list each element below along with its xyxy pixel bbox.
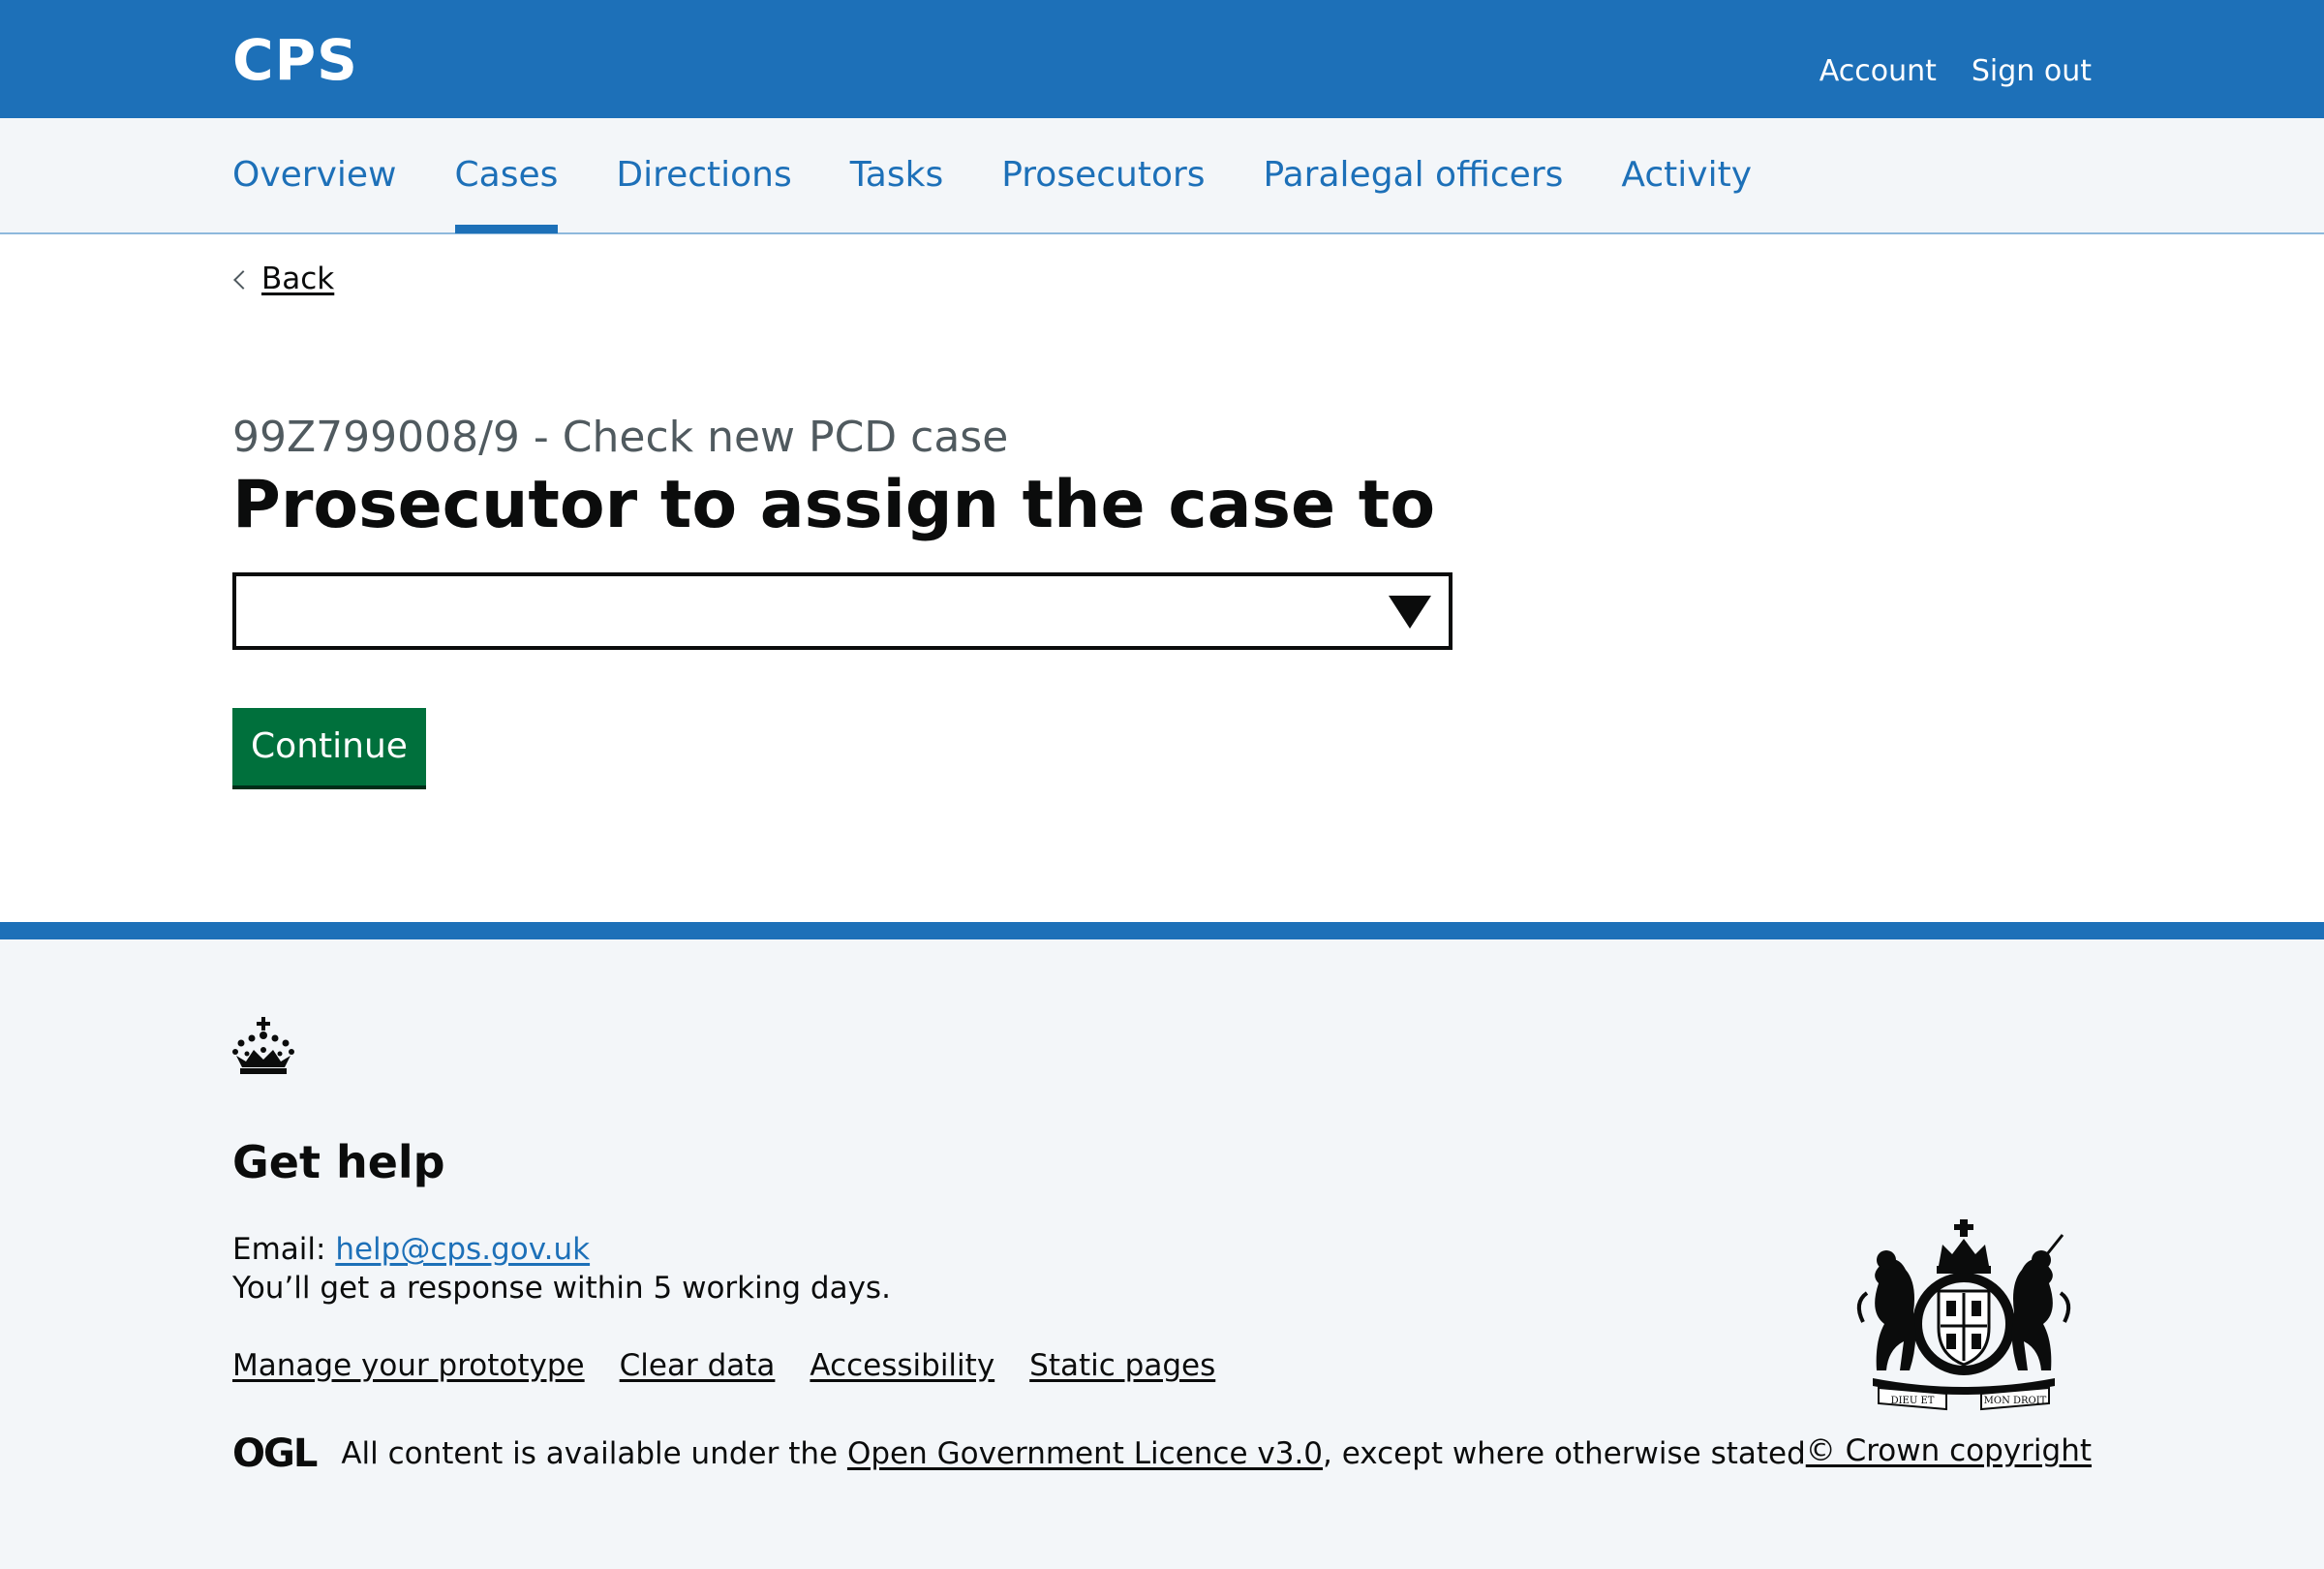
email-line: Email: help@cps.gov.uk [232,1230,590,1269]
header-navigation: Account Sign out [1819,50,2092,93]
clear-data-link[interactable]: Clear data [620,1346,776,1385]
dropdown-arrow-icon [1389,596,1431,629]
page-title: Prosecutor to assign the case to [232,467,1436,543]
ogl-logo-icon: OGL [232,1431,318,1476]
accessibility-link[interactable]: Accessibility [810,1346,994,1385]
nav-item-paralegal-officers: Paralegal officers [1264,118,1564,232]
help-email-link[interactable]: help@cps.gov.uk [335,1232,590,1267]
nav-link-cases[interactable]: Cases [455,118,559,232]
email-label: Email: [232,1232,326,1267]
primary-navigation: Overview Cases Directions Tasks Prosecut… [0,118,2324,234]
crown-copyright-link[interactable]: © Crown copyright [1806,1431,2092,1470]
nav-link-prosecutors[interactable]: Prosecutors [1001,118,1205,232]
crown-icon [232,1017,294,1074]
royal-coat-of-arms-icon: DIEU ET MON DROIT [1856,1219,2071,1411]
nav-link-directions[interactable]: Directions [616,118,791,232]
chevron-left-icon [233,270,253,290]
nav-item-activity: Activity [1621,118,1752,232]
nav-item-cases: Cases [454,118,559,233]
manage-prototype-link[interactable]: Manage your prototype [232,1346,585,1385]
nav-link-activity[interactable]: Activity [1621,118,1752,232]
open-government-licence-link[interactable]: Open Government Licence v3.0 [847,1436,1323,1471]
prosecutor-select[interactable] [232,572,1452,650]
response-time-text: You’ll get a response within 5 working d… [232,1271,891,1306]
get-help-heading: Get help [232,1136,445,1188]
footer-links: Manage your prototype Clear data Accessi… [232,1346,1215,1385]
continue-button[interactable]: Continue [232,708,426,785]
back-link-group: Back [232,262,334,296]
sign-out-link[interactable]: Sign out [1972,50,2092,93]
nav-link-paralegal-officers[interactable]: Paralegal officers [1264,118,1564,232]
motto-left: DIEU ET [1891,1396,1935,1406]
motto-right: MON DROIT [1984,1396,2047,1406]
licence-suffix: , except where otherwise stated [1323,1436,1806,1471]
licence-row: OGL All content is available under the O… [232,1431,1806,1476]
cps-logo[interactable]: CPS [232,23,358,97]
licence-prefix: All content is available under the [341,1436,847,1471]
nav-link-overview[interactable]: Overview [232,118,397,232]
case-caption: 99Z799008/9 - Check new PCD case [232,413,1009,462]
site-header: CPS Account Sign out [0,0,2324,118]
back-link[interactable]: Back [261,262,334,296]
account-link[interactable]: Account [1819,50,1937,93]
nav-item-directions: Directions [616,118,791,232]
licence-text: All content is available under the Open … [341,1434,1805,1473]
nav-item-overview: Overview [232,118,397,232]
nav-item-prosecutors: Prosecutors [1001,118,1205,232]
nav-item-tasks: Tasks [850,118,943,232]
static-pages-link[interactable]: Static pages [1029,1346,1215,1385]
nav-link-tasks[interactable]: Tasks [850,118,943,232]
